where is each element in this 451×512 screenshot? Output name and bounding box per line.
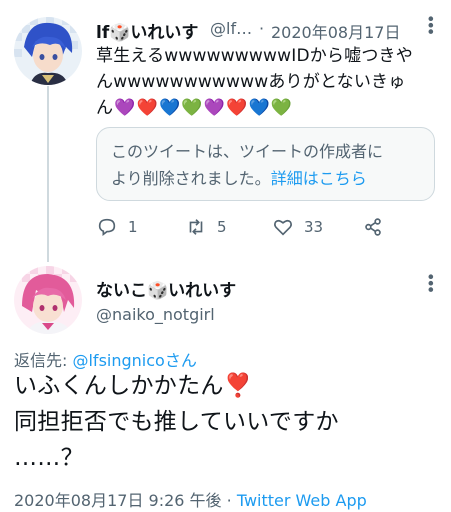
heart-red-icon: ❤️ [226, 98, 248, 118]
reply-count: 1 [128, 218, 138, 236]
tweet2-display-name[interactable]: ないこ🎲いれいす [96, 276, 236, 301]
share-button[interactable] [362, 216, 394, 238]
heart-green-icon: 💚 [181, 98, 203, 118]
heart-red-icon: ❤️ [136, 98, 158, 118]
tweet1-display-name[interactable]: lf🎲いれいす [96, 18, 198, 43]
deleted-notice-line1: このツイートは、ツイートの作成者に [111, 142, 384, 161]
retweet-count: 5 [217, 218, 227, 236]
reply-button[interactable]: 1 [96, 216, 138, 238]
tweet1-text-line2: んwwwwwwwwwwwありがとないきゅ [96, 72, 406, 92]
avatar-lf[interactable] [14, 17, 82, 85]
heart-purple-icon: 💜 [203, 98, 226, 118]
reply-icon [98, 218, 116, 236]
more-options-icon[interactable]: ••• [421, 272, 440, 291]
heart-blue-icon: 💙 [158, 98, 181, 118]
tweet2-text-line3: ……？ [14, 445, 84, 471]
retweet-icon [189, 219, 203, 235]
tweet2-handle[interactable]: @naiko_notgirl [96, 305, 215, 324]
tweet1-text-line1: 草生えるwwwwwwwwwIDから嘘つきや [96, 46, 413, 66]
tweet1-text-line3: ん💜❤️💙💚💜❤️💙💚 [96, 95, 293, 122]
tweet2-text-line2: 同担拒否でも推していいですか [14, 409, 339, 435]
deleted-notice-line2: より削除されました。 [111, 169, 271, 188]
heart-blue-icon: 💙 [248, 98, 270, 118]
learn-more-link[interactable]: 詳細はこちら [271, 169, 367, 188]
share-icon [365, 218, 381, 236]
like-button[interactable]: 33 [272, 216, 323, 238]
more-options-icon[interactable]: ••• [421, 14, 440, 33]
tweet1-separator: · [259, 19, 265, 38]
replying-to-handle[interactable]: @lfsingnicoさん [72, 351, 196, 370]
tweet2-timestamp[interactable]: 2020年08月17日 9:26 午後 [14, 491, 222, 510]
heart-purple-icon: 💜 [114, 98, 136, 118]
retweet-button[interactable]: 5 [185, 216, 227, 238]
replying-to-label: 返信先: [14, 351, 73, 370]
like-count: 33 [304, 218, 324, 236]
thread-connector-line [47, 86, 49, 262]
tweet2-meta: 2020年08月17日 9:26 午後 · Twitter Web App [14, 487, 367, 511]
tweet1-handle[interactable]: @lf… [210, 19, 252, 38]
replying-to: 返信先: @lfsingnicoさん [14, 347, 197, 371]
heart-green-icon: 💚 [270, 98, 293, 118]
tweet2-meta-separator: · [221, 491, 237, 510]
heart-outline-icon [274, 219, 292, 236]
avatar-naiko[interactable] [14, 266, 82, 334]
tweet2-source[interactable]: Twitter Web App [237, 491, 367, 510]
tweet1-date[interactable]: 2020年08月17日 [271, 19, 400, 43]
deleted-notice-line2-wrap: より削除されました。詳細はこちら [111, 165, 420, 192]
tweet2-text-line1: いふくんしかかたん❣️ [14, 373, 253, 399]
tweet1-text-line3-prefix: ん [96, 98, 114, 118]
deleted-tweet-notice: このツイートは、ツイートの作成者に より削除されました。詳細はこちら [96, 127, 435, 201]
